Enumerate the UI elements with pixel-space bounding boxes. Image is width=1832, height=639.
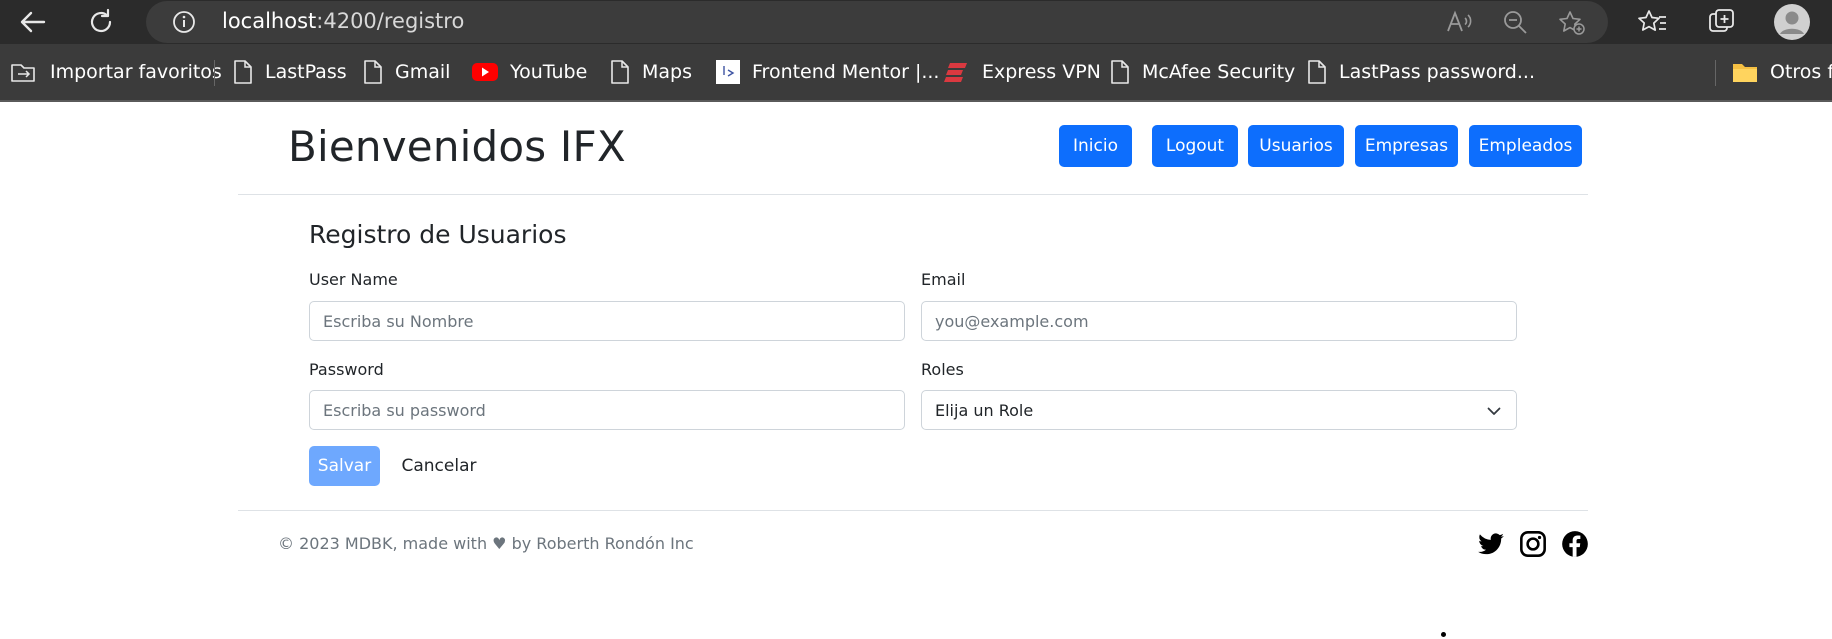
site-info-icon[interactable] xyxy=(172,10,196,34)
roles-selected-value: Elija un Role xyxy=(935,400,1034,420)
page-icon xyxy=(364,60,382,84)
password-label: Password xyxy=(309,360,384,379)
collections-icon xyxy=(1709,9,1734,32)
save-button[interactable]: Salvar xyxy=(309,446,380,486)
collections-button[interactable] xyxy=(1702,2,1742,42)
bookmarks-bar: Importar favoritos LastPass Gmail YouTub… xyxy=(0,44,1832,100)
form-title: Registro de Usuarios xyxy=(309,220,567,249)
nav-empresas-button[interactable]: Empresas xyxy=(1355,125,1458,167)
browser-toolbar: localhost:4200/registro xyxy=(0,0,1832,44)
bookmark-folder-otros[interactable]: Otros fa xyxy=(1732,56,1832,88)
cancel-button[interactable]: Cancelar xyxy=(396,446,482,486)
bookmark-label: McAfee Security xyxy=(1142,61,1296,83)
profile-button[interactable] xyxy=(1772,2,1812,42)
url-host: localhost xyxy=(222,9,317,33)
nav-logout-button[interactable]: Logout xyxy=(1152,125,1238,167)
bookmark-label: Otros fa xyxy=(1770,61,1832,83)
bookmark-separator xyxy=(1715,60,1716,86)
url-path: :4200/registro xyxy=(316,9,465,33)
folder-icon xyxy=(1733,64,1757,82)
bookmark-lastpass-password[interactable]: LastPass password... xyxy=(1307,56,1535,88)
favorites-button[interactable] xyxy=(1633,2,1673,42)
page-title: Bienvenidos IFX xyxy=(288,122,626,171)
bookmark-label: Gmail xyxy=(395,61,451,83)
roles-select[interactable]: Elija un Role xyxy=(921,390,1517,430)
page-icon xyxy=(1308,60,1326,84)
username-label: User Name xyxy=(309,270,398,289)
footer-copyright: © 2023 MDBK, made with ♥ by Roberth Rond… xyxy=(278,534,694,553)
roles-label: Roles xyxy=(921,360,964,379)
read-aloud-icon[interactable] xyxy=(1446,10,1474,34)
nav-usuarios-button[interactable]: Usuarios xyxy=(1248,125,1344,167)
bookmark-mcafee-security[interactable]: McAfee Security xyxy=(1110,56,1295,88)
expressvpn-icon xyxy=(944,63,967,82)
chevron-down-icon xyxy=(1487,407,1501,415)
address-bar[interactable]: localhost:4200/registro xyxy=(146,1,1608,43)
avatar-icon xyxy=(1774,4,1810,40)
twitter-icon[interactable] xyxy=(1477,530,1505,558)
bookmark-label: LastPass password... xyxy=(1339,61,1535,83)
email-label: Email xyxy=(921,270,966,289)
browser-chrome: localhost:4200/registro Importar favorit… xyxy=(0,0,1832,102)
instagram-icon[interactable] xyxy=(1519,530,1547,558)
username-input[interactable] xyxy=(309,301,905,341)
favorites-icon xyxy=(1638,10,1666,31)
frontend-mentor-icon xyxy=(716,60,740,84)
bookmark-gmail[interactable]: Gmail xyxy=(363,56,450,88)
youtube-icon xyxy=(472,63,498,81)
facebook-icon[interactable] xyxy=(1561,530,1589,558)
bookmark-express-vpn[interactable]: Express VPN xyxy=(944,56,1101,88)
bookmark-separator xyxy=(214,60,215,86)
page-icon xyxy=(1111,60,1129,84)
bookmark-frontend-mentor[interactable]: Frontend Mentor |... xyxy=(716,56,939,88)
reload-icon xyxy=(90,8,112,33)
stray-dot xyxy=(1441,632,1446,637)
bookmark-label: Importar favoritos xyxy=(50,61,222,83)
zoom-out-icon[interactable] xyxy=(1503,10,1529,36)
nav-inicio-button[interactable]: Inicio xyxy=(1059,125,1132,167)
bookmark-label: YouTube xyxy=(510,61,588,83)
password-input[interactable] xyxy=(309,390,905,430)
header-divider xyxy=(238,194,1588,195)
footer-divider xyxy=(238,510,1588,511)
email-input[interactable] xyxy=(921,301,1517,341)
bookmark-maps[interactable]: Maps xyxy=(610,56,692,88)
page-icon xyxy=(611,60,629,84)
back-arrow-icon xyxy=(20,11,46,33)
import-icon xyxy=(11,64,35,82)
add-favorite-icon[interactable] xyxy=(1558,10,1586,36)
back-button[interactable] xyxy=(13,2,53,42)
page-icon xyxy=(234,60,252,84)
bookmark-label: Maps xyxy=(642,61,692,83)
page-content: Bienvenidos IFX Inicio Logout Usuarios E… xyxy=(0,102,1832,639)
bookmark-label: Express VPN xyxy=(982,61,1101,83)
bookmark-lastpass[interactable]: LastPass xyxy=(233,56,347,88)
bookmark-label: LastPass xyxy=(265,61,347,83)
bookmark-youtube[interactable]: YouTube xyxy=(472,56,587,88)
reload-button[interactable] xyxy=(81,2,121,42)
bookmark-importar-favoritos[interactable]: Importar favoritos xyxy=(10,56,222,88)
url-text[interactable]: localhost:4200/registro xyxy=(222,9,464,33)
nav-empleados-button[interactable]: Empleados xyxy=(1469,125,1582,167)
bookmark-label: Frontend Mentor |... xyxy=(752,61,940,83)
